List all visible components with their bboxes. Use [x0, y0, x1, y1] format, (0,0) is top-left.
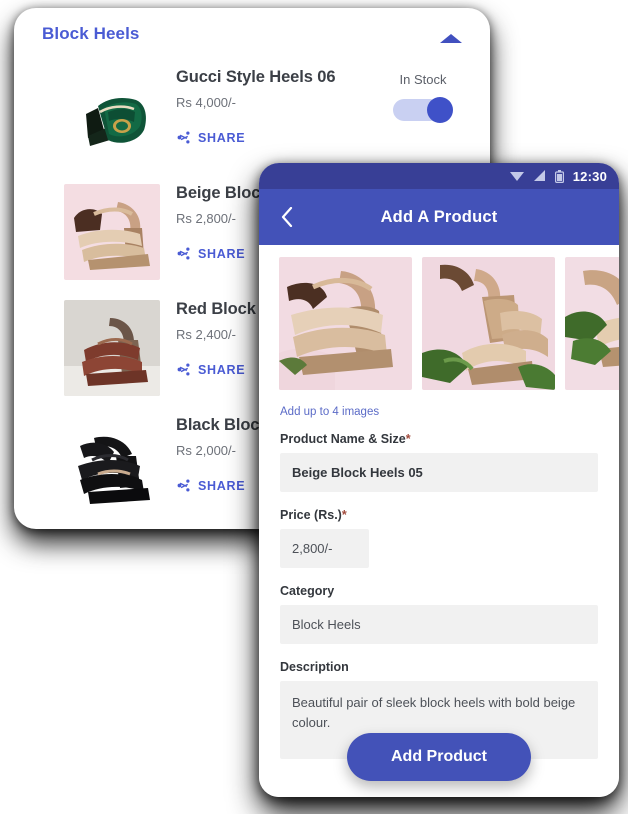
- required-asterisk: *: [405, 432, 411, 446]
- wifi-icon: [509, 172, 524, 181]
- label-text: Price (Rs.): [280, 508, 342, 522]
- status-bar: 12:30: [259, 163, 619, 189]
- phone-mockup: 12:30 Add A Product Add up to 4 images P…: [259, 163, 619, 797]
- product-form: Add up to 4 images Product Name & Size* …: [259, 390, 619, 759]
- stock-toggle-group: In Stock: [384, 72, 462, 123]
- app-bar-title: Add A Product: [380, 207, 498, 226]
- carousel-image[interactable]: [422, 257, 555, 390]
- price-input[interactable]: [280, 529, 369, 568]
- carousel-image[interactable]: [565, 257, 619, 390]
- share-label: SHARE: [198, 478, 246, 493]
- screenshot-stage: Block Heels Gucci Style Heels 06 Rs 4,00…: [0, 0, 628, 814]
- status-bar-time: 12:30: [572, 168, 607, 184]
- share-icon: [177, 131, 190, 144]
- page-title: Block Heels: [42, 24, 140, 43]
- carousel-image[interactable]: [279, 257, 412, 390]
- product-thumbnail-beige: [64, 184, 160, 280]
- field-price: Price (Rs.)*: [280, 508, 598, 568]
- share-icon: [177, 479, 190, 492]
- app-bar: Add A Product: [259, 189, 619, 245]
- required-asterisk: *: [341, 508, 347, 522]
- share-label: SHARE: [198, 362, 246, 377]
- share-button[interactable]: SHARE: [176, 362, 245, 377]
- add-product-button[interactable]: Add Product: [347, 733, 531, 781]
- toggle-knob: [427, 97, 453, 123]
- chevron-left-icon[interactable]: [275, 205, 299, 229]
- listing-header: Block Heels: [14, 8, 490, 60]
- product-thumbnail-black: [64, 416, 160, 512]
- label-text: Description: [280, 660, 349, 674]
- in-stock-toggle[interactable]: [393, 97, 453, 123]
- share-button[interactable]: SHARE: [176, 246, 245, 261]
- caret-up-icon[interactable]: [440, 34, 462, 43]
- share-label: SHARE: [198, 246, 246, 261]
- share-button[interactable]: SHARE: [176, 130, 245, 145]
- label-text: Product Name & Size: [280, 432, 406, 446]
- field-label: Product Name & Size*: [280, 432, 598, 446]
- share-button[interactable]: SHARE: [176, 478, 245, 493]
- share-icon: [177, 247, 190, 260]
- field-label: Description: [280, 660, 598, 674]
- stock-status-label: In Stock: [399, 72, 447, 87]
- share-label: SHARE: [198, 130, 246, 145]
- product-thumbnail-gucci: [64, 68, 160, 164]
- category-input[interactable]: [280, 605, 598, 644]
- battery-icon: [554, 169, 564, 183]
- field-label: Category: [280, 584, 598, 598]
- add-images-link[interactable]: Add up to 4 images: [280, 406, 379, 418]
- label-text: Category: [280, 584, 335, 598]
- field-category: Category: [280, 584, 598, 644]
- submit-bar: Add Product: [259, 733, 619, 781]
- product-thumbnail-red: [64, 300, 160, 396]
- product-row[interactable]: Gucci Style Heels 06 Rs 4,000/- SHARE In…: [14, 60, 490, 176]
- add-product-form-screen: Add up to 4 images Product Name & Size* …: [259, 245, 619, 797]
- field-product-name: Product Name & Size*: [280, 432, 598, 492]
- image-carousel[interactable]: [259, 257, 619, 390]
- product-name-input[interactable]: [280, 453, 598, 492]
- signal-icon: [533, 170, 545, 181]
- field-label: Price (Rs.)*: [280, 508, 598, 522]
- share-icon: [177, 363, 190, 376]
